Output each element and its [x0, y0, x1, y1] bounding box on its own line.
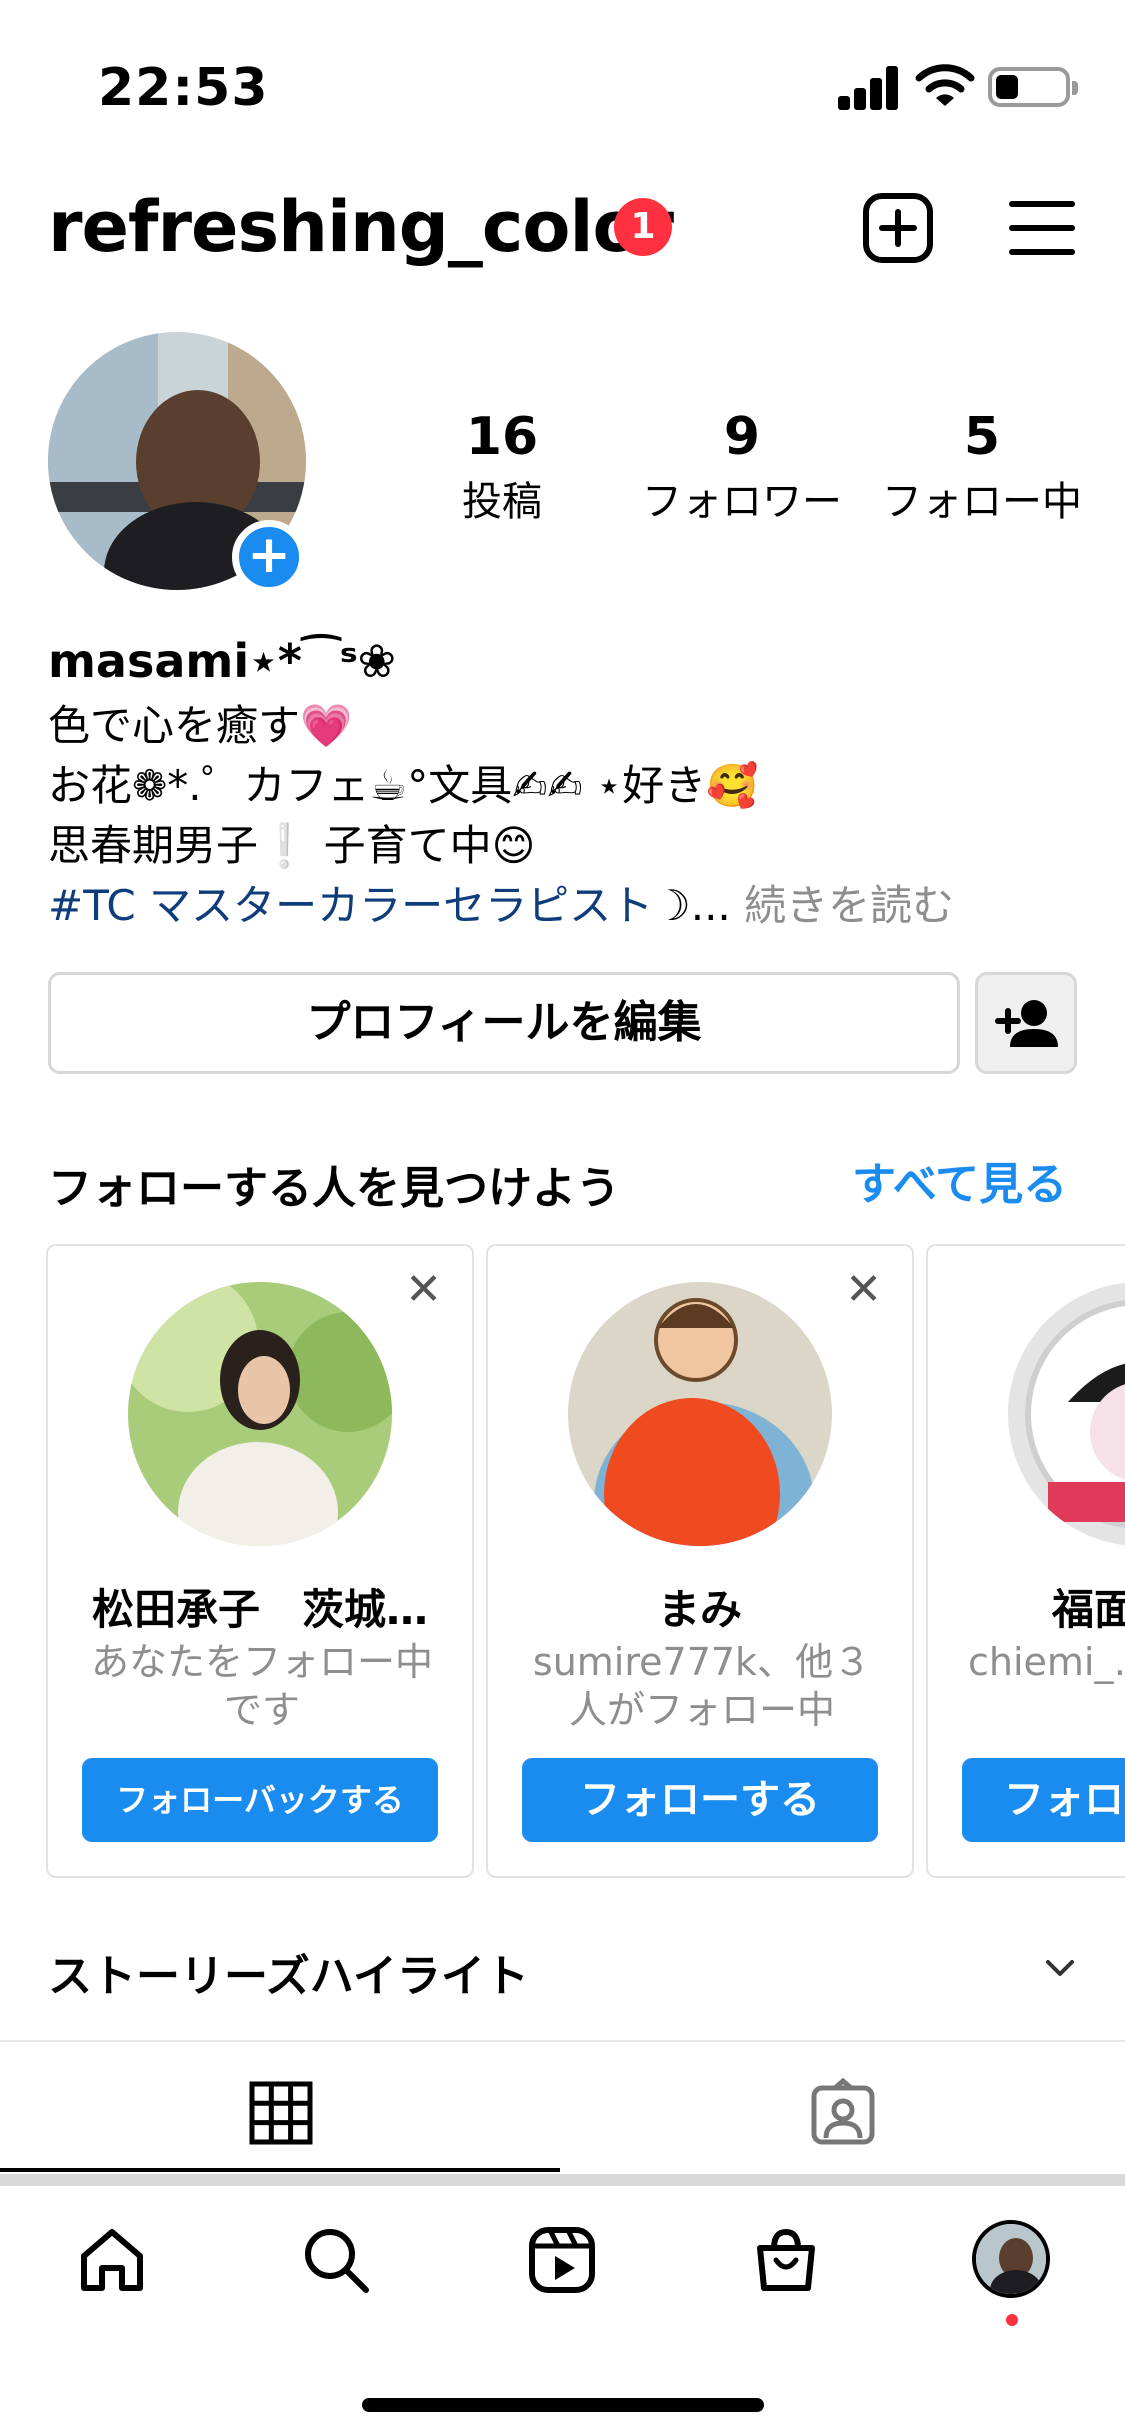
home-icon[interactable]: [76, 2224, 148, 2296]
menu-icon[interactable]: [1004, 190, 1080, 266]
read-more-link[interactable]: 続きを読む: [744, 881, 954, 930]
posts-count-value: 16: [465, 407, 539, 467]
following-count-value: 5: [963, 407, 1001, 467]
suggestion-subtitle: あなたをフォロー中です: [90, 1640, 433, 1732]
suggestion-card[interactable]: ✕ 松田承子 茨城… あなたをフォロー中です フォローバックする: [46, 1244, 474, 1878]
follow-back-button[interactable]: フォローバックする: [82, 1758, 438, 1842]
tagged-tab-icon[interactable]: [808, 2078, 878, 2148]
edit-profile-button[interactable]: プロフィールを編集: [48, 972, 960, 1074]
status-time: 22:53: [98, 58, 269, 118]
suggestion-avatar[interactable]: [568, 1282, 832, 1546]
suggestion-subtitle: sumire777k、他３人がフォロー中: [532, 1640, 872, 1732]
home-indicator[interactable]: [362, 2398, 764, 2412]
follow-button[interactable]: フォローする: [522, 1758, 878, 1842]
add-person-icon: [995, 1000, 1058, 1047]
suggestion-avatar[interactable]: [1008, 1282, 1125, 1546]
chevron-down-icon[interactable]: [1040, 1948, 1080, 1988]
bio-line-2: お花❁*.゜カフェ☕︎°文具✍︎✍︎ ⋆好き🥰: [48, 761, 759, 810]
suggestion-name: 福面: [1052, 1585, 1125, 1634]
profile-tab-avatar[interactable]: [972, 2220, 1050, 2298]
suggestion-avatar[interactable]: [128, 1282, 392, 1546]
followers-count[interactable]: 9 フォロワー: [632, 404, 852, 530]
bio-line-3: 思春期男子❕ 子育て中😊: [48, 821, 536, 870]
bio-line-1: 色で心を癒す💗: [48, 701, 353, 750]
notification-badge: 1: [614, 198, 672, 256]
grid-tab-icon[interactable]: [246, 2078, 316, 2148]
cellular-signal-icon: [838, 66, 900, 110]
suggestion-name: まみ: [657, 1585, 742, 1634]
dismiss-close-icon[interactable]: ✕: [405, 1268, 442, 1312]
followers-count-label: フォロワー: [642, 479, 842, 525]
shop-icon[interactable]: [750, 2224, 822, 2296]
bio-line-4-tail: ☽...: [653, 881, 731, 930]
followers-count-value: 9: [723, 407, 761, 467]
search-icon[interactable]: [300, 2224, 372, 2296]
suggestion-subtitle: chiemi_… 2人がフ: [968, 1640, 1125, 1684]
activity-dot: [1006, 2314, 1018, 2326]
see-all-link[interactable]: すべて見る: [852, 1148, 1067, 1212]
following-count-label: フォロー中: [882, 479, 1082, 525]
suggestion-name: 松田承子 茨城…: [91, 1585, 428, 1634]
reels-icon[interactable]: [526, 2224, 598, 2296]
suggestion-card[interactable]: 福面 chiemi_… 2人がフ フォロ: [926, 1244, 1125, 1878]
bio-hashtag-link[interactable]: #TC マスターカラーセラピスト: [48, 881, 653, 930]
add-story-plus-icon[interactable]: +: [232, 520, 306, 594]
posts-grid-preview[interactable]: [0, 2174, 1125, 2186]
follow-button[interactable]: フォロ: [962, 1758, 1125, 1842]
discover-people-title: フォローする人を見つけよう: [48, 1163, 620, 1214]
suggestion-card[interactable]: ✕ まみ sumire777k、他３人がフォロー中 フォローする: [486, 1244, 914, 1878]
profile-username-title[interactable]: refreshing_color: [48, 186, 674, 268]
add-post-icon[interactable]: [860, 190, 936, 266]
active-tab-indicator: [0, 2168, 560, 2172]
following-count[interactable]: 5 フォロー中: [872, 404, 1092, 530]
posts-count-label: 投稿: [462, 479, 542, 525]
battery-icon: [988, 67, 1078, 107]
bio-line-4: #TC マスターカラーセラピスト☽... 続きを読む: [48, 876, 954, 936]
posts-count[interactable]: 16 投稿: [392, 404, 612, 530]
tabs-divider: [0, 2040, 1125, 2042]
wifi-icon: [915, 64, 975, 106]
story-highlights-title[interactable]: ストーリーズハイライト: [48, 1940, 529, 2004]
dismiss-close-icon[interactable]: ✕: [845, 1268, 882, 1312]
discover-people-button[interactable]: [975, 972, 1077, 1074]
display-name: masami⋆*⁀ˢ❀: [48, 634, 397, 688]
